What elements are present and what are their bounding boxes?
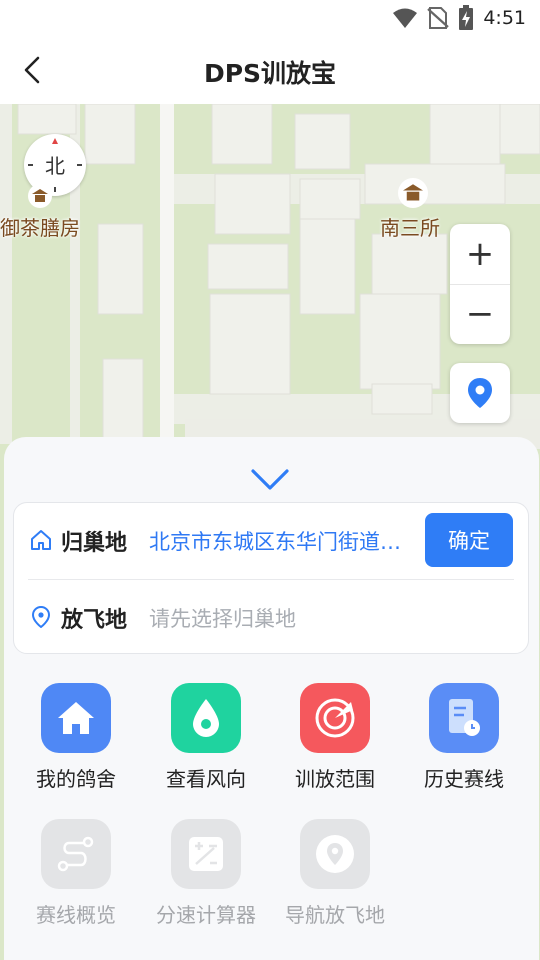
wind-drop-icon [171,683,241,753]
tool-navigate-release[interactable]: 导航放飞地 [270,819,400,939]
page-title: DPS训放宝 [203,59,337,88]
document-clock-icon [429,683,499,753]
poi-label-yuchashanfang[interactable]: 御茶膳房 [0,212,80,241]
tool-route-overview[interactable]: 赛线概览 [11,819,141,939]
battery-charging-icon [459,5,473,30]
house-icon [41,683,111,753]
pavilion-icon [398,178,428,208]
zoom-in-button[interactable]: + [450,224,510,284]
tool-label: 赛线概览 [36,903,116,927]
collapse-panel-button[interactable] [248,465,292,495]
tool-label: 我的鸽舍 [36,767,116,791]
confirm-button[interactable]: 确定 [425,513,513,567]
wifi-icon [393,8,417,28]
compass-north-label: 北 [45,154,65,178]
chevron-down-icon [251,469,289,490]
release-placeholder[interactable]: 请先选择归巢地 [149,603,296,633]
tool-wind-direction[interactable]: 查看风向 [141,683,271,803]
home-row[interactable]: 归巢地 北京市东城区东华门街道故宫博物院 确定 [14,503,528,578]
tool-training-range[interactable]: 训放范围 [270,683,400,803]
no-sim-icon [427,7,449,29]
tool-my-loft[interactable]: 我的鸽舍 [11,683,141,803]
zoom-out-button[interactable]: − [450,284,510,344]
status-bar: 4:51 [0,0,540,36]
release-row[interactable]: 放飞地 请先选择归巢地 [14,580,528,655]
pavilion-icon [28,184,52,208]
tool-label: 查看风向 [166,767,246,791]
navigation-pin-icon [300,819,370,889]
locate-button[interactable] [450,363,510,423]
radar-icon [300,683,370,753]
title-bar: DPS训放宝 [0,36,540,104]
tool-label: 训放范围 [295,767,375,791]
route-icon [41,819,111,889]
home-label: 归巢地 [61,531,128,556]
zoom-controls: + − [450,224,510,344]
location-pin-icon [468,378,492,408]
tool-label: 历史赛线 [424,767,504,791]
home-icon [31,530,51,550]
tool-speed-calculator[interactable]: 分速计算器 [141,819,271,939]
location-pin-icon [31,606,51,628]
poi-label-nansansuo[interactable]: 南三所 [380,212,440,241]
release-label: 放飞地 [61,608,128,633]
tool-label: 导航放飞地 [285,903,385,927]
home-address-value[interactable]: 北京市东城区东华门街道故宫博物院 [149,526,419,556]
tool-history-routes[interactable]: 历史赛线 [399,683,529,803]
calculator-icon [171,819,241,889]
location-card: 归巢地 北京市东城区东华门街道故宫博物院 确定 放飞地 请先选择归巢地 [13,502,529,654]
status-time: 4:51 [483,7,526,29]
tool-label: 分速计算器 [156,903,256,927]
